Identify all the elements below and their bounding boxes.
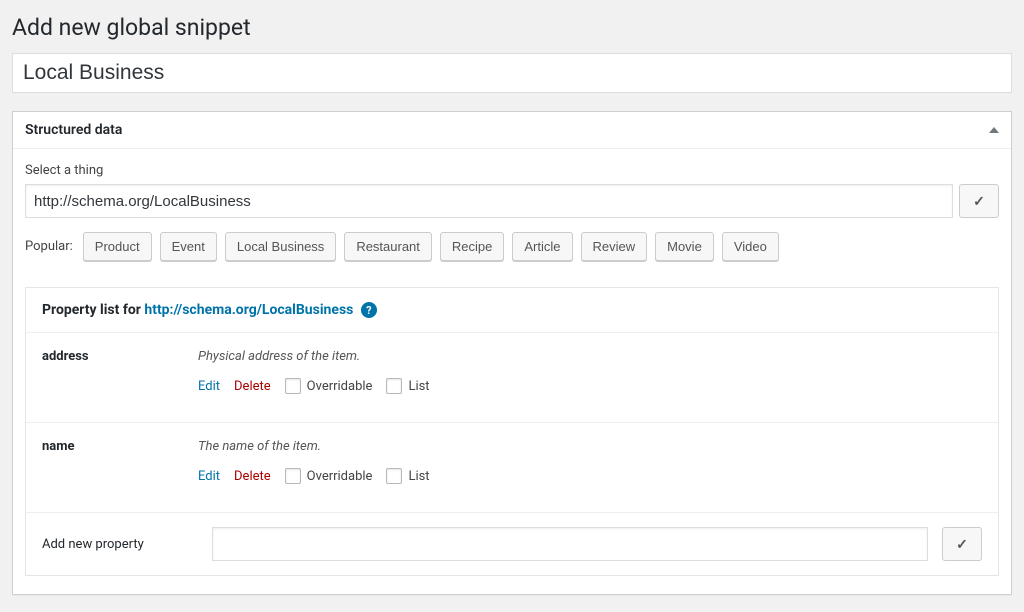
help-icon[interactable]: ? — [361, 302, 377, 318]
list-label: List — [408, 469, 429, 484]
delete-link[interactable]: Delete — [234, 379, 271, 394]
property-list-header: Property list for http://schema.org/Loca… — [26, 288, 998, 333]
overridable-label: Overridable — [307, 379, 373, 394]
popular-review[interactable]: Review — [581, 232, 648, 261]
thing-confirm-button[interactable] — [959, 184, 999, 218]
property-row-address: address Physical address of the item. Ed… — [26, 333, 998, 423]
panel-title: Structured data — [25, 122, 122, 138]
list-label: List — [408, 379, 429, 394]
select-thing-label: Select a thing — [25, 163, 999, 178]
overridable-checkbox[interactable] — [285, 378, 301, 394]
popular-video[interactable]: Video — [722, 232, 779, 261]
delete-link[interactable]: Delete — [234, 469, 271, 484]
edit-link[interactable]: Edit — [198, 469, 220, 484]
add-property-confirm-button[interactable] — [942, 527, 982, 561]
property-list-prefix: Property list for — [42, 302, 144, 318]
add-property-input[interactable] — [212, 527, 928, 561]
property-row-name: name The name of the item. Edit Delete O… — [26, 423, 998, 513]
property-list-box: Property list for http://schema.org/Loca… — [25, 287, 999, 576]
property-desc: The name of the item. — [198, 439, 982, 454]
overridable-checkbox[interactable] — [285, 468, 301, 484]
property-name: name — [42, 439, 198, 454]
property-name: address — [42, 349, 198, 364]
property-list-link[interactable]: http://schema.org/LocalBusiness — [144, 302, 353, 318]
property-desc: Physical address of the item. — [198, 349, 982, 364]
list-checkbox[interactable] — [386, 378, 402, 394]
popular-restaurant[interactable]: Restaurant — [344, 232, 432, 261]
check-icon — [973, 193, 985, 210]
caret-up-icon[interactable] — [989, 127, 999, 133]
popular-recipe[interactable]: Recipe — [440, 232, 504, 261]
thing-input[interactable] — [25, 184, 953, 218]
popular-product[interactable]: Product — [83, 232, 152, 261]
structured-data-panel: Structured data Select a thing Popular: … — [12, 111, 1012, 595]
popular-label: Popular: — [25, 239, 73, 254]
add-property-label: Add new property — [42, 537, 198, 552]
check-icon — [956, 536, 968, 553]
popular-row: Popular: Product Event Local Business Re… — [25, 232, 999, 261]
overridable-label: Overridable — [307, 469, 373, 484]
popular-movie[interactable]: Movie — [655, 232, 714, 261]
popular-local-business[interactable]: Local Business — [225, 232, 336, 261]
popular-event[interactable]: Event — [160, 232, 217, 261]
snippet-name-input[interactable] — [12, 53, 1012, 93]
list-checkbox[interactable] — [386, 468, 402, 484]
edit-link[interactable]: Edit — [198, 379, 220, 394]
page-title: Add new global snippet — [12, 10, 1012, 53]
add-property-row: Add new property — [26, 513, 998, 575]
popular-article[interactable]: Article — [512, 232, 572, 261]
